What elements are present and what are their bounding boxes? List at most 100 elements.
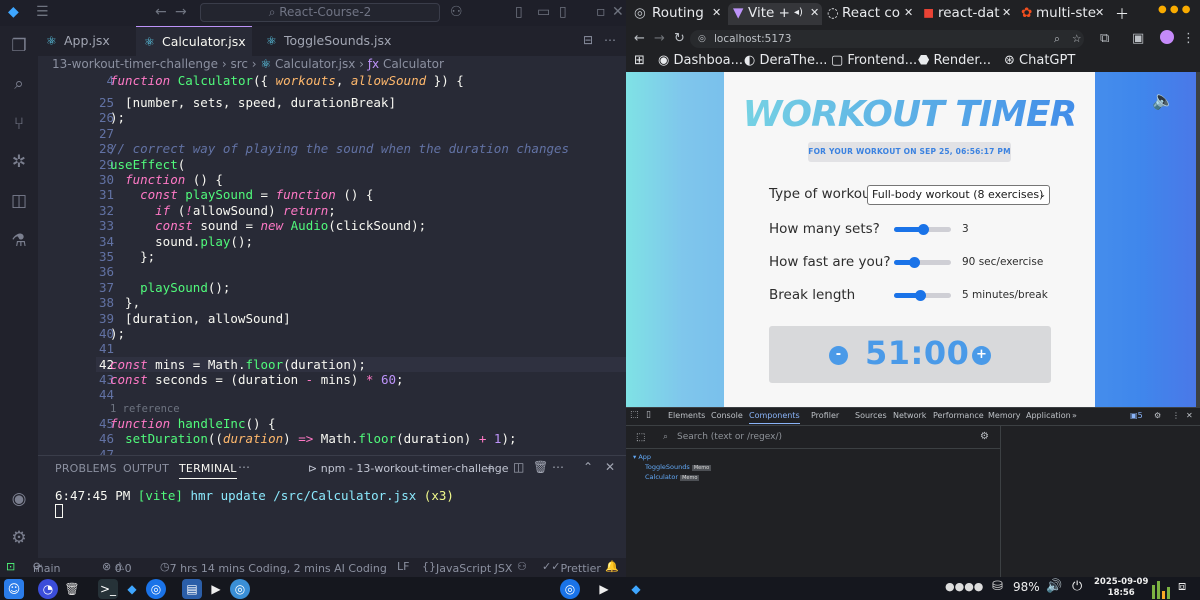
- copilot-icon[interactable]: ⚇: [450, 4, 463, 20]
- component-tree-item[interactable]: ToggleSounds Memo: [645, 463, 712, 471]
- network-wired-icon[interactable]: ⧈: [1178, 579, 1186, 594]
- remote-icon[interactable]: ⊡: [6, 560, 15, 573]
- bookmark-star-icon[interactable]: ☆: [1072, 30, 1081, 48]
- speed-slider[interactable]: [894, 257, 951, 268]
- devtools-tab-console[interactable]: Console: [711, 411, 743, 420]
- more-icon[interactable]: ⋯: [238, 460, 250, 474]
- browser-icon[interactable]: ◎: [230, 579, 250, 599]
- network-icon[interactable]: ⛁: [992, 579, 1003, 594]
- tab-routing[interactable]: ◎ Routing ✕: [630, 3, 726, 25]
- back-icon[interactable]: ←: [634, 31, 645, 46]
- devtools-tab-memory[interactable]: Memory: [988, 411, 1021, 420]
- tab-app-jsx[interactable]: ⚛ App.jsx: [38, 26, 130, 56]
- prettier-indicator[interactable]: ✓✓ Prettier: [542, 560, 601, 575]
- notifications-bell-icon[interactable]: 🔔: [605, 560, 619, 573]
- profile-avatar[interactable]: [1160, 30, 1174, 44]
- media-running-icon[interactable]: ▶: [594, 579, 614, 599]
- address-bar[interactable]: ◎ localhost:5173 ⌕ ☆: [690, 30, 1084, 48]
- explorer-icon[interactable]: ❐: [9, 36, 29, 56]
- codelens-references[interactable]: 1 reference: [110, 403, 180, 415]
- bookmark-derathe[interactable]: ◐ DeraThe...: [744, 53, 827, 68]
- select-element-icon[interactable]: ⬚: [636, 432, 645, 443]
- bookmark-chatgpt[interactable]: ⊛ ChatGPT: [1004, 53, 1075, 68]
- back-icon[interactable]: ←: [155, 4, 167, 20]
- language-indicator[interactable]: {} JavaScript JSX: [422, 560, 512, 575]
- clock[interactable]: 2025-09-09 18:56: [1094, 577, 1148, 599]
- bookmark-frontend[interactable]: ▢ Frontend...: [831, 53, 917, 68]
- workspace-indicator[interactable]: ●●●●: [945, 580, 983, 593]
- devtools-tab-profiler[interactable]: Profiler: [811, 411, 839, 420]
- tab-react-co[interactable]: ◌ React co ✕: [824, 3, 918, 25]
- vscode-icon[interactable]: ◆: [122, 579, 142, 599]
- account-icon[interactable]: ◉: [9, 489, 29, 509]
- files-icon[interactable]: ▤: [182, 579, 202, 599]
- close-panel-icon[interactable]: ✕: [605, 460, 615, 474]
- tab-vite[interactable]: ▼ Vite + ◂) ✕: [728, 3, 822, 25]
- terminal-output[interactable]: 6:47:45 PM [vite] hmr update /src/Calcul…: [55, 488, 454, 503]
- zoom-icon[interactable]: ⌕: [1054, 30, 1060, 48]
- devtools-tab-elements[interactable]: Elements: [668, 411, 705, 420]
- restore-icon[interactable]: ▫: [596, 4, 606, 20]
- chrome-icon[interactable]: ◎: [146, 579, 166, 599]
- close-tab-icon[interactable]: ✕: [1095, 3, 1104, 23]
- new-terminal-icon[interactable]: ＋: [484, 460, 496, 477]
- problems-indicator[interactable]: ⊗ 0 ⚠ 0: [102, 560, 132, 575]
- devtools-tab-sources[interactable]: Sources: [855, 411, 887, 420]
- close-devtools-icon[interactable]: ✕: [1186, 411, 1193, 420]
- tab-multi-step[interactable]: ✿ multi-ste ✕: [1018, 3, 1108, 25]
- reload-icon[interactable]: ↻: [674, 31, 685, 46]
- media-player-icon[interactable]: ▶: [206, 579, 226, 599]
- close-window-icon[interactable]: ✕: [612, 4, 624, 20]
- tab-react-dat[interactable]: ◼ react-dat ✕: [920, 3, 1016, 25]
- component-search-input[interactable]: Search (text or /regex/): [677, 432, 782, 442]
- maximize-panel-icon[interactable]: ⌃: [583, 460, 593, 474]
- command-center-search[interactable]: ⌕ React-Course-2: [200, 3, 440, 22]
- testing-icon[interactable]: ⚗: [9, 231, 29, 251]
- app-launcher-icon[interactable]: ☺: [4, 579, 24, 599]
- devtools-tab-network[interactable]: Network: [893, 411, 926, 420]
- devtools-tab-components[interactable]: Components: [749, 411, 800, 424]
- volume-icon[interactable]: 🔊: [1046, 579, 1062, 594]
- page-scrollbar[interactable]: [1196, 72, 1200, 407]
- search-icon[interactable]: ⌕: [9, 74, 29, 94]
- layout-secondary-icon[interactable]: ▯: [559, 4, 567, 20]
- inspect-icon[interactable]: ⬚: [630, 410, 639, 420]
- more-icon[interactable]: ⋯: [552, 460, 564, 474]
- more-tabs-icon[interactable]: »: [1072, 411, 1077, 420]
- bookmark-dashboard[interactable]: ◉ Dashboa...: [658, 53, 743, 68]
- split-editor-icon[interactable]: ⊟: [583, 33, 593, 47]
- close-tab-icon[interactable]: ✕: [904, 3, 913, 23]
- split-terminal-icon[interactable]: ◫: [513, 460, 524, 474]
- issues-badge[interactable]: ▣5: [1130, 411, 1143, 420]
- tab-calculator-jsx[interactable]: ⚛ Calculator.jsx: [136, 26, 252, 56]
- sidepanel-icon[interactable]: ▣: [1132, 31, 1144, 46]
- settings-gear-icon[interactable]: ⚙: [980, 431, 989, 442]
- source-control-icon[interactable]: ⑂: [9, 114, 29, 134]
- vscode-running-icon[interactable]: ◆: [626, 579, 646, 599]
- break-slider[interactable]: [894, 290, 951, 301]
- tab-terminal[interactable]: TERMINAL: [179, 462, 237, 479]
- battery-level[interactable]: 98%: [1013, 580, 1040, 594]
- menu-icon[interactable]: ⋮: [1182, 31, 1195, 46]
- close-tab-icon[interactable]: ✕: [1002, 3, 1011, 23]
- settings-gear-icon[interactable]: ⚙: [1154, 411, 1161, 420]
- close-tab-icon[interactable]: ✕: [810, 3, 819, 23]
- more-actions-icon[interactable]: ⋯: [604, 33, 616, 47]
- debug-icon[interactable]: ✲: [9, 152, 29, 172]
- site-info-icon[interactable]: ◎: [698, 30, 706, 48]
- new-tab-icon[interactable]: ＋: [1115, 4, 1129, 24]
- close-tab-icon[interactable]: ✕: [712, 3, 721, 23]
- sets-slider[interactable]: [894, 224, 951, 235]
- chrome-running-icon[interactable]: ◎: [560, 579, 580, 599]
- forward-icon[interactable]: →: [175, 4, 187, 20]
- terminal-icon[interactable]: >_: [98, 579, 118, 599]
- settings-gear-icon[interactable]: ⚙: [9, 528, 29, 548]
- increase-button[interactable]: +: [972, 346, 991, 365]
- extensions-icon[interactable]: ◫: [9, 191, 29, 211]
- trash-icon[interactable]: 🗑: [533, 460, 548, 474]
- menu-icon[interactable]: ☰: [36, 4, 49, 20]
- code-editor[interactable]: 4 25 26 27 28 29 30 31 32 33 34 35 36 37 38 39 40 41 42 43 4…: [38, 73, 626, 455]
- bookmark-render[interactable]: ⬣ Render...: [918, 53, 991, 68]
- power-icon[interactable]: ⏻: [1072, 579, 1082, 594]
- devtools-tab-application[interactable]: Application: [1026, 411, 1071, 420]
